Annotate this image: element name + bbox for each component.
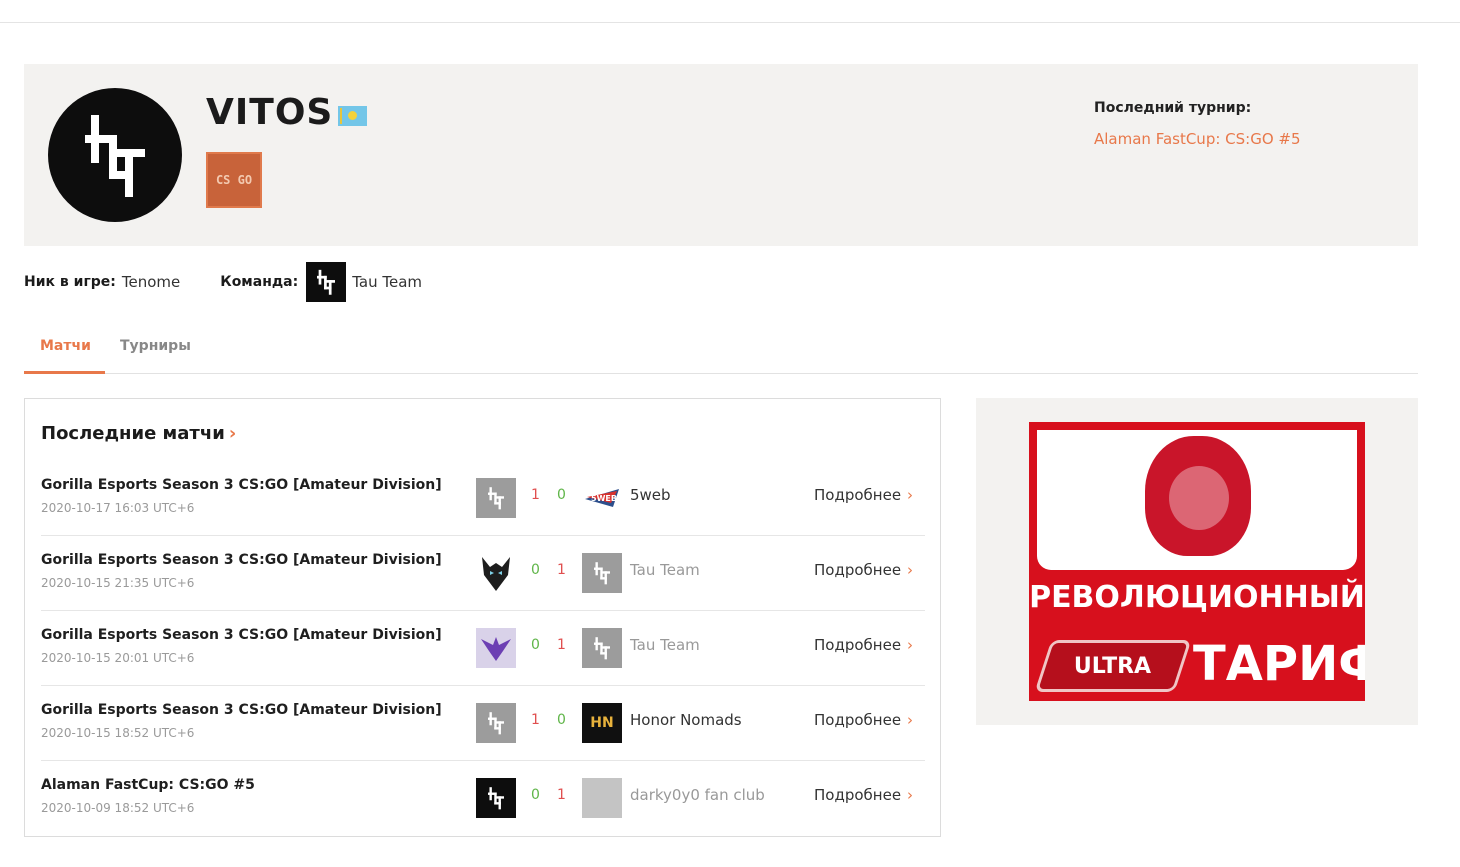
score-left: 1 bbox=[531, 487, 540, 503]
score-left: 0 bbox=[531, 562, 540, 578]
score-right: 0 bbox=[557, 487, 566, 503]
opponent-name-link[interactable]: Tau Team bbox=[630, 636, 700, 654]
match-date: 2020-10-17 16:03 UTC+6 bbox=[41, 501, 195, 515]
player-info-row: Ник в игре: Tenome Команда: Tau Team bbox=[24, 262, 422, 302]
match-tournament-link[interactable]: Alaman FastCup: CS:GO #5 bbox=[41, 777, 255, 793]
score-left: 1 bbox=[531, 712, 540, 728]
match-details-link[interactable]: Подробнее › bbox=[814, 636, 913, 654]
chevron-right-icon: › bbox=[228, 423, 237, 444]
honor-nomads-logo-icon[interactable]: HN bbox=[582, 703, 622, 743]
tau-logo-gray-icon[interactable] bbox=[476, 703, 516, 743]
score-right: 1 bbox=[557, 562, 566, 578]
match-date: 2020-10-15 18:52 UTC+6 bbox=[41, 726, 195, 740]
game-nick-label: Ник в игре: bbox=[24, 274, 116, 290]
match-date: 2020-10-09 18:52 UTC+6 bbox=[41, 801, 195, 815]
tau-logo-gray-icon[interactable] bbox=[476, 478, 516, 518]
match-date: 2020-10-15 21:35 UTC+6 bbox=[41, 576, 195, 590]
match-date: 2020-10-15 20:01 UTC+6 bbox=[41, 651, 195, 665]
team-logo-icon[interactable] bbox=[306, 262, 347, 302]
match-details-link[interactable]: Подробнее › bbox=[814, 786, 913, 804]
match-row: Alaman FastCup: CS:GO #5 2020-10-09 18:52… bbox=[41, 761, 925, 836]
score-right: 1 bbox=[557, 637, 566, 653]
match-row: Gorilla Esports Season 3 CS:GO [Amateur … bbox=[41, 686, 925, 761]
opponent-name-link[interactable]: Honor Nomads bbox=[630, 711, 742, 729]
score-left: 0 bbox=[531, 637, 540, 653]
score-right: 0 bbox=[557, 712, 566, 728]
tau-logo-black-icon[interactable] bbox=[476, 778, 516, 818]
team-name-link[interactable]: Tau Team bbox=[352, 273, 422, 291]
match-tournament-link[interactable]: Gorilla Esports Season 3 CS:GO [Amateur … bbox=[41, 702, 442, 718]
ultra-tariff-banner[interactable]: РЕВОЛЮЦИОННЫЙ ULTRA ТАРИФ bbox=[1029, 422, 1365, 701]
chevron-right-icon: › bbox=[907, 786, 914, 804]
match-tournament-link[interactable]: Gorilla Esports Season 3 CS:GO [Amateur … bbox=[41, 627, 442, 643]
tau-logo-gray-icon[interactable] bbox=[582, 628, 622, 668]
tab-tournaments[interactable]: Турниры bbox=[120, 338, 191, 354]
score-left: 0 bbox=[531, 787, 540, 803]
opponent-name-link[interactable]: darky0y0 fan club bbox=[630, 786, 765, 804]
match-row: Gorilla Esports Season 3 CS:GO [Amateur … bbox=[41, 611, 925, 686]
recent-matches-title[interactable]: Последние матчи › bbox=[41, 423, 236, 444]
match-tournament-link[interactable]: Gorilla Esports Season 3 CS:GO [Amateur … bbox=[41, 552, 442, 568]
last-tournament-title: Последний турнир: bbox=[1094, 100, 1252, 116]
tau-logo-icon bbox=[85, 115, 145, 197]
blank-avatar-icon[interactable] bbox=[582, 778, 622, 818]
ad-container: РЕВОЛЮЦИОННЫЙ ULTRA ТАРИФ bbox=[976, 398, 1418, 725]
chevron-right-icon: › bbox=[907, 711, 914, 729]
csgo-game-icon[interactable]: CS GO bbox=[206, 152, 262, 208]
score-right: 1 bbox=[557, 787, 566, 803]
tau-logo-gray-icon[interactable] bbox=[582, 553, 622, 593]
opponent-name-link[interactable]: 5web bbox=[630, 486, 671, 504]
kazakhstan-flag-icon bbox=[338, 106, 367, 126]
wolf-logo-icon[interactable] bbox=[476, 553, 516, 593]
portrait-highlight bbox=[1169, 466, 1229, 530]
chevron-right-icon: › bbox=[907, 561, 914, 579]
game-nick-value: Tenome bbox=[121, 273, 181, 291]
active-tab-indicator bbox=[24, 371, 105, 374]
chevron-right-icon: › bbox=[907, 636, 914, 654]
5web-logo-icon[interactable]: 5WEB bbox=[582, 478, 622, 518]
opponent-name-link[interactable]: Tau Team bbox=[630, 561, 700, 579]
match-tournament-link[interactable]: Gorilla Esports Season 3 CS:GO [Amateur … bbox=[41, 477, 442, 493]
player-nickname: VITOS bbox=[206, 92, 334, 133]
player-avatar bbox=[48, 88, 182, 222]
svg-text:5WEB: 5WEB bbox=[591, 494, 617, 503]
ultra-badge: ULTRA bbox=[1034, 640, 1192, 692]
banner-headline: РЕВОЛЮЦИОННЫЙ bbox=[1029, 580, 1365, 615]
match-row: Gorilla Esports Season 3 CS:GO [Amateur … bbox=[41, 536, 925, 611]
match-row: Gorilla Esports Season 3 CS:GO [Amateur … bbox=[41, 461, 925, 536]
last-tournament-link[interactable]: Alaman FastCup: CS:GO #5 bbox=[1094, 130, 1301, 148]
recent-matches-card: Последние матчи › Gorilla Esports Season … bbox=[24, 398, 941, 837]
profile-header: VITOS CS GO Последний турнир: Alaman Fas… bbox=[24, 64, 1418, 246]
chevron-right-icon: › bbox=[907, 486, 914, 504]
top-divider bbox=[0, 22, 1460, 23]
tab-matches[interactable]: Матчи bbox=[40, 338, 91, 354]
match-details-link[interactable]: Подробнее › bbox=[814, 561, 913, 579]
match-details-link[interactable]: Подробнее › bbox=[814, 711, 913, 729]
team-label: Команда: bbox=[220, 274, 299, 290]
match-details-link[interactable]: Подробнее › bbox=[814, 486, 913, 504]
banner-tarif: ТАРИФ bbox=[1193, 636, 1365, 692]
profile-tabs: Матчи Турниры bbox=[24, 326, 1418, 374]
dragon-sense-logo-icon[interactable] bbox=[476, 628, 516, 668]
